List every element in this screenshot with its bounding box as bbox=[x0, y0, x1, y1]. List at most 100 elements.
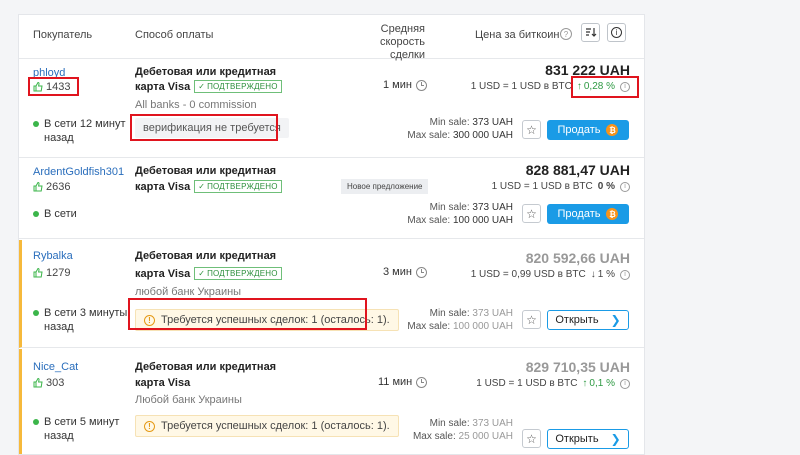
clock-icon bbox=[415, 79, 427, 91]
bank-description: любой банк Украины bbox=[135, 286, 242, 298]
thumbs-up-icon bbox=[33, 378, 43, 388]
sale-limits: Min sale: 373 UAH Max sale: 25 000 UAH bbox=[412, 418, 513, 442]
payment-method-card: карта Visa ✓ ПОДТВЕРЖДЕНО bbox=[135, 80, 282, 93]
buyer-name[interactable]: phloyd bbox=[33, 67, 65, 79]
chevron-right-icon: ❯ bbox=[610, 313, 621, 327]
sell-button[interactable]: Продать ₿ bbox=[547, 120, 629, 140]
favorite-button[interactable]: ☆ bbox=[522, 429, 541, 448]
open-button[interactable]: Открыть ❯ bbox=[547, 310, 629, 330]
info-button[interactable]: i bbox=[607, 23, 626, 42]
bitcoin-icon: ₿ bbox=[606, 124, 619, 136]
payment-method: Дебетовая или кредитная bbox=[135, 250, 277, 262]
favorite-button[interactable]: ☆ bbox=[522, 204, 541, 223]
payment-method: Дебетовая или кредитная bbox=[135, 165, 277, 177]
online-dot bbox=[33, 310, 39, 316]
price-change: ↑ 0,28 % bbox=[576, 81, 615, 92]
offer-row: ArdentGoldfish301 2636 В сети Дебетовая … bbox=[19, 159, 644, 239]
sale-limits: Min sale: 373 UAH Max sale: 300 000 UAH bbox=[407, 117, 513, 141]
offer-price: 829 710,35 UAH bbox=[525, 359, 630, 375]
payment-method: Дебетовая или кредитная bbox=[135, 361, 277, 373]
price-change: 0 % bbox=[597, 181, 615, 192]
thumbs-up-icon bbox=[33, 82, 43, 92]
exchange-rate: 1 USD = 1 USD в BTC 0 % i bbox=[492, 181, 630, 192]
bank-description: Любой банк Украины bbox=[135, 394, 242, 406]
offer-price: 828 881,47 UAH bbox=[525, 162, 630, 178]
trade-speed: 3 мин bbox=[383, 266, 427, 278]
offer-row: phloyd 1433 В сети 12 минут назад Дебетов… bbox=[19, 60, 644, 158]
rate-info-icon[interactable]: i bbox=[620, 81, 630, 92]
rate-info-icon[interactable]: i bbox=[620, 269, 630, 280]
arrow-up-icon: ↑ bbox=[576, 81, 582, 92]
offer-price: 831 222 UAH bbox=[545, 62, 630, 78]
check-icon: ✓ bbox=[198, 182, 206, 191]
bank-description: All banks - 0 commission bbox=[135, 99, 257, 111]
chevron-right-icon: ❯ bbox=[610, 432, 621, 446]
exchange-rate: 1 USD = 0,99 USD в BTC ↓ 1 % i bbox=[471, 269, 630, 280]
bitcoin-icon: ₿ bbox=[606, 208, 619, 220]
check-icon: ✓ bbox=[198, 269, 206, 278]
clock-icon bbox=[415, 266, 427, 278]
star-icon: ☆ bbox=[526, 206, 537, 221]
price-change: ↓ 1 % bbox=[590, 269, 615, 280]
online-status: В сети 12 минут назад bbox=[33, 117, 126, 145]
payment-method-card: карта Visa ✓ ПОДТВЕРЖДЕНО bbox=[135, 267, 282, 280]
verified-badge: ✓ ПОДТВЕРЖДЕНО bbox=[194, 180, 282, 193]
col-price: Цена за биткоин bbox=[475, 29, 560, 41]
offers-table: Покупатель Способ оплаты Средняя скорост… bbox=[18, 14, 645, 455]
rate-info-icon[interactable]: i bbox=[620, 181, 630, 192]
sale-limits: Min sale: 373 UAH Max sale: 100 000 UAH bbox=[407, 202, 513, 226]
buyer-name[interactable]: Nice_Cat bbox=[33, 361, 78, 373]
offer-note: ! Требуется успешных сделок: 1 (осталось:… bbox=[135, 309, 399, 331]
favorite-button[interactable]: ☆ bbox=[522, 310, 541, 329]
trade-speed: 1 мин bbox=[383, 79, 427, 91]
payment-method-card: карта Visa bbox=[135, 377, 191, 389]
payment-method: Дебетовая или кредитная bbox=[135, 66, 277, 78]
online-dot bbox=[33, 211, 39, 217]
check-icon: ✓ bbox=[198, 82, 206, 91]
col-method: Способ оплаты bbox=[135, 29, 214, 41]
table-header: Покупатель Способ оплаты Средняя скорост… bbox=[19, 15, 644, 61]
buyer-rating: 303 bbox=[33, 377, 64, 389]
warning-icon: ! bbox=[144, 420, 155, 432]
sell-button[interactable]: Продать ₿ bbox=[547, 204, 629, 224]
thumbs-up-icon bbox=[33, 268, 43, 278]
info-icon: i bbox=[611, 27, 622, 38]
col-speed: Средняя скорость сделки bbox=[379, 23, 425, 61]
rate-info-icon[interactable]: i bbox=[620, 378, 630, 389]
exchange-rate: 1 USD = 1 USD в BTC ↑ 0,1 % i bbox=[476, 378, 630, 389]
arrow-down-icon: ↓ bbox=[590, 269, 596, 280]
online-dot bbox=[33, 419, 39, 425]
clock-icon bbox=[416, 376, 428, 388]
verified-badge: ✓ ПОДТВЕРЖДЕНО bbox=[194, 80, 282, 93]
buyer-name[interactable]: Rybalka bbox=[33, 250, 73, 262]
online-status: В сети 5 минут назад bbox=[33, 415, 119, 443]
trade-speed: 11 мин bbox=[378, 376, 428, 388]
offer-note: ! Требуется успешных сделок: 1 (осталось:… bbox=[135, 415, 399, 437]
sort-icon bbox=[585, 28, 596, 37]
buyer-rating: 1433 bbox=[33, 81, 70, 93]
sale-limits: Min sale: 373 UAH Max sale: 100 000 UAH bbox=[407, 308, 513, 332]
buyer-rating: 2636 bbox=[33, 181, 70, 193]
online-status: В сети 3 минуты назад bbox=[33, 306, 127, 334]
payment-method-card: карта Visa ✓ ПОДТВЕРЖДЕНО bbox=[135, 180, 282, 193]
new-offer-badge: Новое предложение bbox=[341, 179, 429, 194]
favorite-button[interactable]: ☆ bbox=[522, 120, 541, 139]
offer-row: Nice_Cat 303 В сети 5 минут назад Дебетов… bbox=[19, 349, 644, 454]
exchange-rate: 1 USD = 1 USD в BTC ↑ 0,28 % i bbox=[471, 81, 630, 92]
price-change: ↑ 0,1 % bbox=[582, 378, 615, 389]
thumbs-up-icon bbox=[33, 182, 43, 192]
star-icon: ☆ bbox=[526, 122, 537, 137]
offer-note: верификация не требуется bbox=[135, 118, 289, 138]
sort-button[interactable] bbox=[581, 23, 600, 42]
arrow-up-icon: ↑ bbox=[582, 378, 588, 389]
offer-row: Rybalka 1279 В сети 3 минуты назад Дебето… bbox=[19, 240, 644, 348]
star-icon: ☆ bbox=[526, 431, 537, 446]
warning-icon: ! bbox=[144, 314, 155, 326]
buyer-rating: 1279 bbox=[33, 267, 70, 279]
col-buyer: Покупатель bbox=[33, 29, 93, 41]
open-button[interactable]: Открыть ❯ bbox=[547, 429, 629, 449]
online-status: В сети bbox=[33, 207, 77, 221]
verified-badge: ✓ ПОДТВЕРЖДЕНО bbox=[194, 267, 282, 280]
buyer-name[interactable]: ArdentGoldfish301 bbox=[33, 166, 124, 178]
online-dot bbox=[33, 121, 39, 127]
